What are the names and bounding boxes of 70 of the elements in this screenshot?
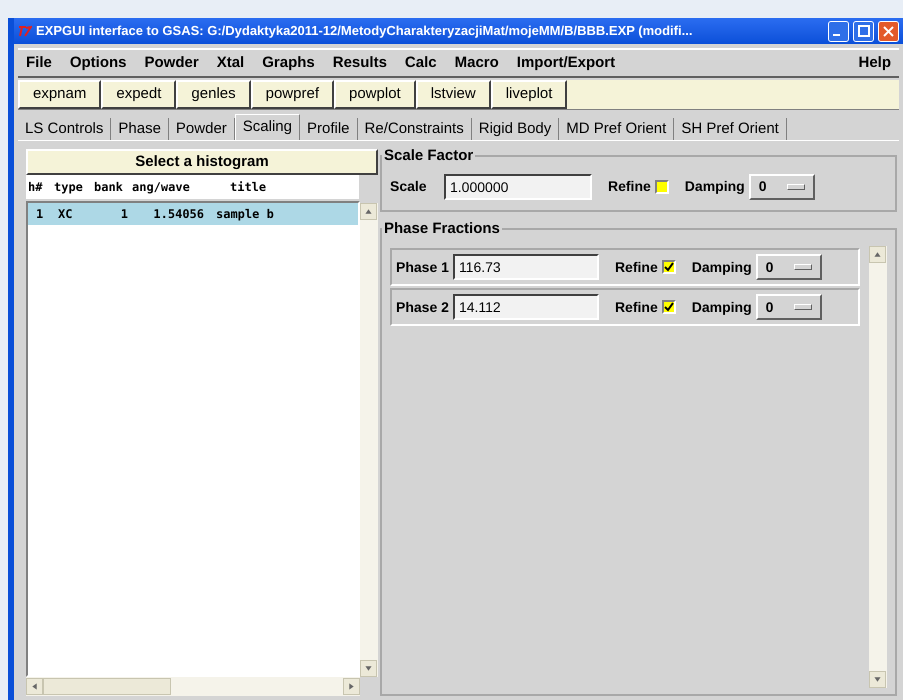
toolbar-button[interactable]: liveplot	[490, 80, 568, 109]
menu-indicator-icon	[794, 304, 812, 310]
row-cell-text: sample b	[215, 206, 274, 223]
select-histogram-button[interactable]: Select a histogram	[26, 149, 378, 175]
menu-item[interactable]: Macro	[454, 52, 499, 74]
damping-menu-button[interactable]: 0	[756, 254, 822, 280]
field-label: Phase 1	[396, 258, 449, 276]
menu-indicator-icon	[786, 184, 805, 190]
menu-item[interactable]: Import/Export	[516, 52, 616, 74]
check-icon	[664, 262, 674, 272]
group-title: Scale Factor	[383, 146, 474, 166]
close-button[interactable]	[878, 20, 899, 42]
damping-label: Damping	[684, 177, 745, 196]
menu-item[interactable]: Graphs	[262, 52, 315, 74]
menu-item[interactable]: Calc	[404, 52, 437, 74]
value-field[interactable]: 116.73	[452, 254, 599, 280]
refine-checkbox[interactable]	[662, 260, 676, 274]
maximize-button[interactable]	[853, 20, 874, 42]
refine-label: Refine	[614, 258, 658, 276]
refine-checkbox[interactable]	[662, 300, 676, 314]
scroll-left-icon[interactable]	[26, 678, 43, 695]
check-icon	[664, 302, 674, 312]
menu-item[interactable]: Xtal	[216, 52, 244, 74]
row-cell-text: XC	[58, 206, 74, 223]
row-cell-text: 1	[36, 206, 44, 223]
tab[interactable]: Scaling	[234, 114, 300, 140]
menu-item[interactable]: Options	[70, 52, 127, 74]
toolbar-button[interactable]: expedt	[101, 80, 176, 109]
toolbar-button[interactable]: powpref	[250, 80, 334, 109]
minimize-button[interactable]	[828, 20, 849, 42]
scroll-down-icon[interactable]	[869, 671, 886, 688]
refine-label: Refine	[614, 298, 658, 316]
column-header: type	[54, 179, 84, 196]
damping-label: Damping	[692, 258, 752, 277]
damping-label: Damping	[692, 298, 752, 317]
app-logo-icon	[18, 24, 32, 38]
toolbar-button[interactable]: powplot	[334, 80, 416, 109]
menu-item[interactable]: File	[26, 52, 52, 74]
scroll-right-icon[interactable]	[343, 678, 360, 695]
field-label: Phase 2	[396, 298, 449, 316]
row-cell-text: 1.54056	[152, 206, 205, 223]
minimize-icon	[833, 34, 840, 36]
menu-item[interactable]: Powder	[144, 52, 199, 74]
value-field[interactable]: 1.000000	[444, 174, 592, 200]
damping-menu-button[interactable]: 0	[748, 174, 815, 200]
field-label: Scale	[390, 177, 428, 196]
close-icon	[883, 26, 894, 36]
scroll-up-icon[interactable]	[360, 203, 377, 220]
toolbar-button[interactable]: expnam	[18, 80, 102, 109]
scroll-up-icon[interactable]	[869, 246, 886, 263]
menu-item[interactable]: Help	[858, 52, 891, 74]
refine-label: Refine	[608, 177, 651, 196]
value-field[interactable]: 14.112	[452, 294, 599, 320]
toolbar-button[interactable]: genles	[176, 80, 251, 109]
refine-checkbox[interactable]	[654, 180, 669, 194]
menu-indicator-icon	[794, 264, 812, 270]
row-cell-text: 1	[120, 206, 129, 223]
column-header: title	[229, 179, 266, 196]
window-title: EXPGUI interface to GSAS: G:/Dydaktyka2011-12/MetodyCharakteryzacjiMat/mojeMM/B/BBB.EXP (modifi...	[36, 22, 694, 40]
damping-menu-button[interactable]: 0	[756, 294, 822, 320]
toolbar-button[interactable]: lstview	[416, 80, 491, 109]
group-title: Phase Fractions	[383, 218, 501, 238]
maximize-icon	[858, 25, 870, 37]
scrollbar-thumb[interactable]	[43, 678, 171, 695]
column-header: h#	[28, 179, 44, 196]
column-header: bank	[94, 179, 124, 196]
histogram-row[interactable]: 1 XC 1 1.54056 sample b	[28, 203, 358, 225]
menu-item[interactable]: Results	[332, 52, 387, 74]
column-header: ang/wave	[132, 179, 191, 196]
scroll-down-icon[interactable]	[360, 660, 377, 677]
